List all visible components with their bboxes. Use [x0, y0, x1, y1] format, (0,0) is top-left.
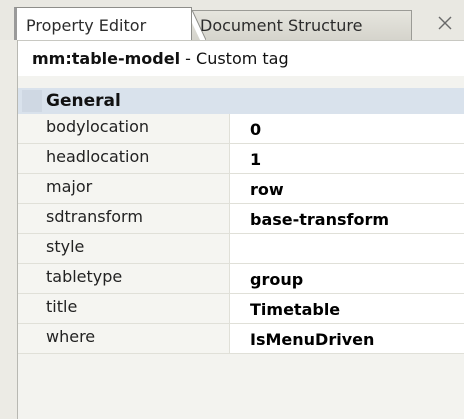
tab-property-editor-label[interactable]: Property Editor [26, 16, 146, 36]
tag-title: mm:table-model - Custom tag [32, 49, 289, 69]
property-name: headlocation [18, 144, 230, 173]
property-name: title [18, 294, 230, 323]
left-gutter [0, 40, 18, 419]
property-value[interactable]: group [230, 264, 464, 293]
property-value[interactable]: base-transform [230, 204, 464, 233]
property-row-tabletype[interactable]: tabletype group [18, 264, 464, 294]
property-row-sdtransform[interactable]: sdtransform base-transform [18, 204, 464, 234]
collapse-handle[interactable] [22, 90, 42, 112]
property-name: tabletype [18, 264, 230, 293]
property-row-style[interactable]: style [18, 234, 464, 264]
tab-document-structure-label[interactable]: Document Structure [200, 16, 362, 36]
property-row-bodylocation[interactable]: bodylocation 0 [18, 114, 464, 144]
property-row-headlocation[interactable]: headlocation 1 [18, 144, 464, 174]
property-value[interactable] [230, 234, 464, 263]
property-value[interactable]: Timetable [230, 294, 464, 323]
property-name: major [18, 174, 230, 203]
section-general-label: General [46, 91, 121, 111]
property-name: style [18, 234, 230, 263]
property-value[interactable]: row [230, 174, 464, 203]
tag-name: mm:table-model [32, 49, 181, 68]
property-value[interactable]: 1 [230, 144, 464, 173]
property-name: bodylocation [18, 114, 230, 143]
property-name: where [18, 324, 230, 353]
property-value[interactable]: IsMenuDriven [230, 324, 464, 353]
tag-suffix: - Custom tag [180, 49, 289, 68]
property-value[interactable]: 0 [230, 114, 464, 143]
property-row-title[interactable]: title Timetable [18, 294, 464, 324]
property-grid: bodylocation 0 headlocation 1 major row … [18, 114, 464, 354]
close-icon[interactable] [436, 14, 454, 32]
property-row-major[interactable]: major row [18, 174, 464, 204]
property-row-where[interactable]: where IsMenuDriven [18, 324, 464, 354]
property-name: sdtransform [18, 204, 230, 233]
